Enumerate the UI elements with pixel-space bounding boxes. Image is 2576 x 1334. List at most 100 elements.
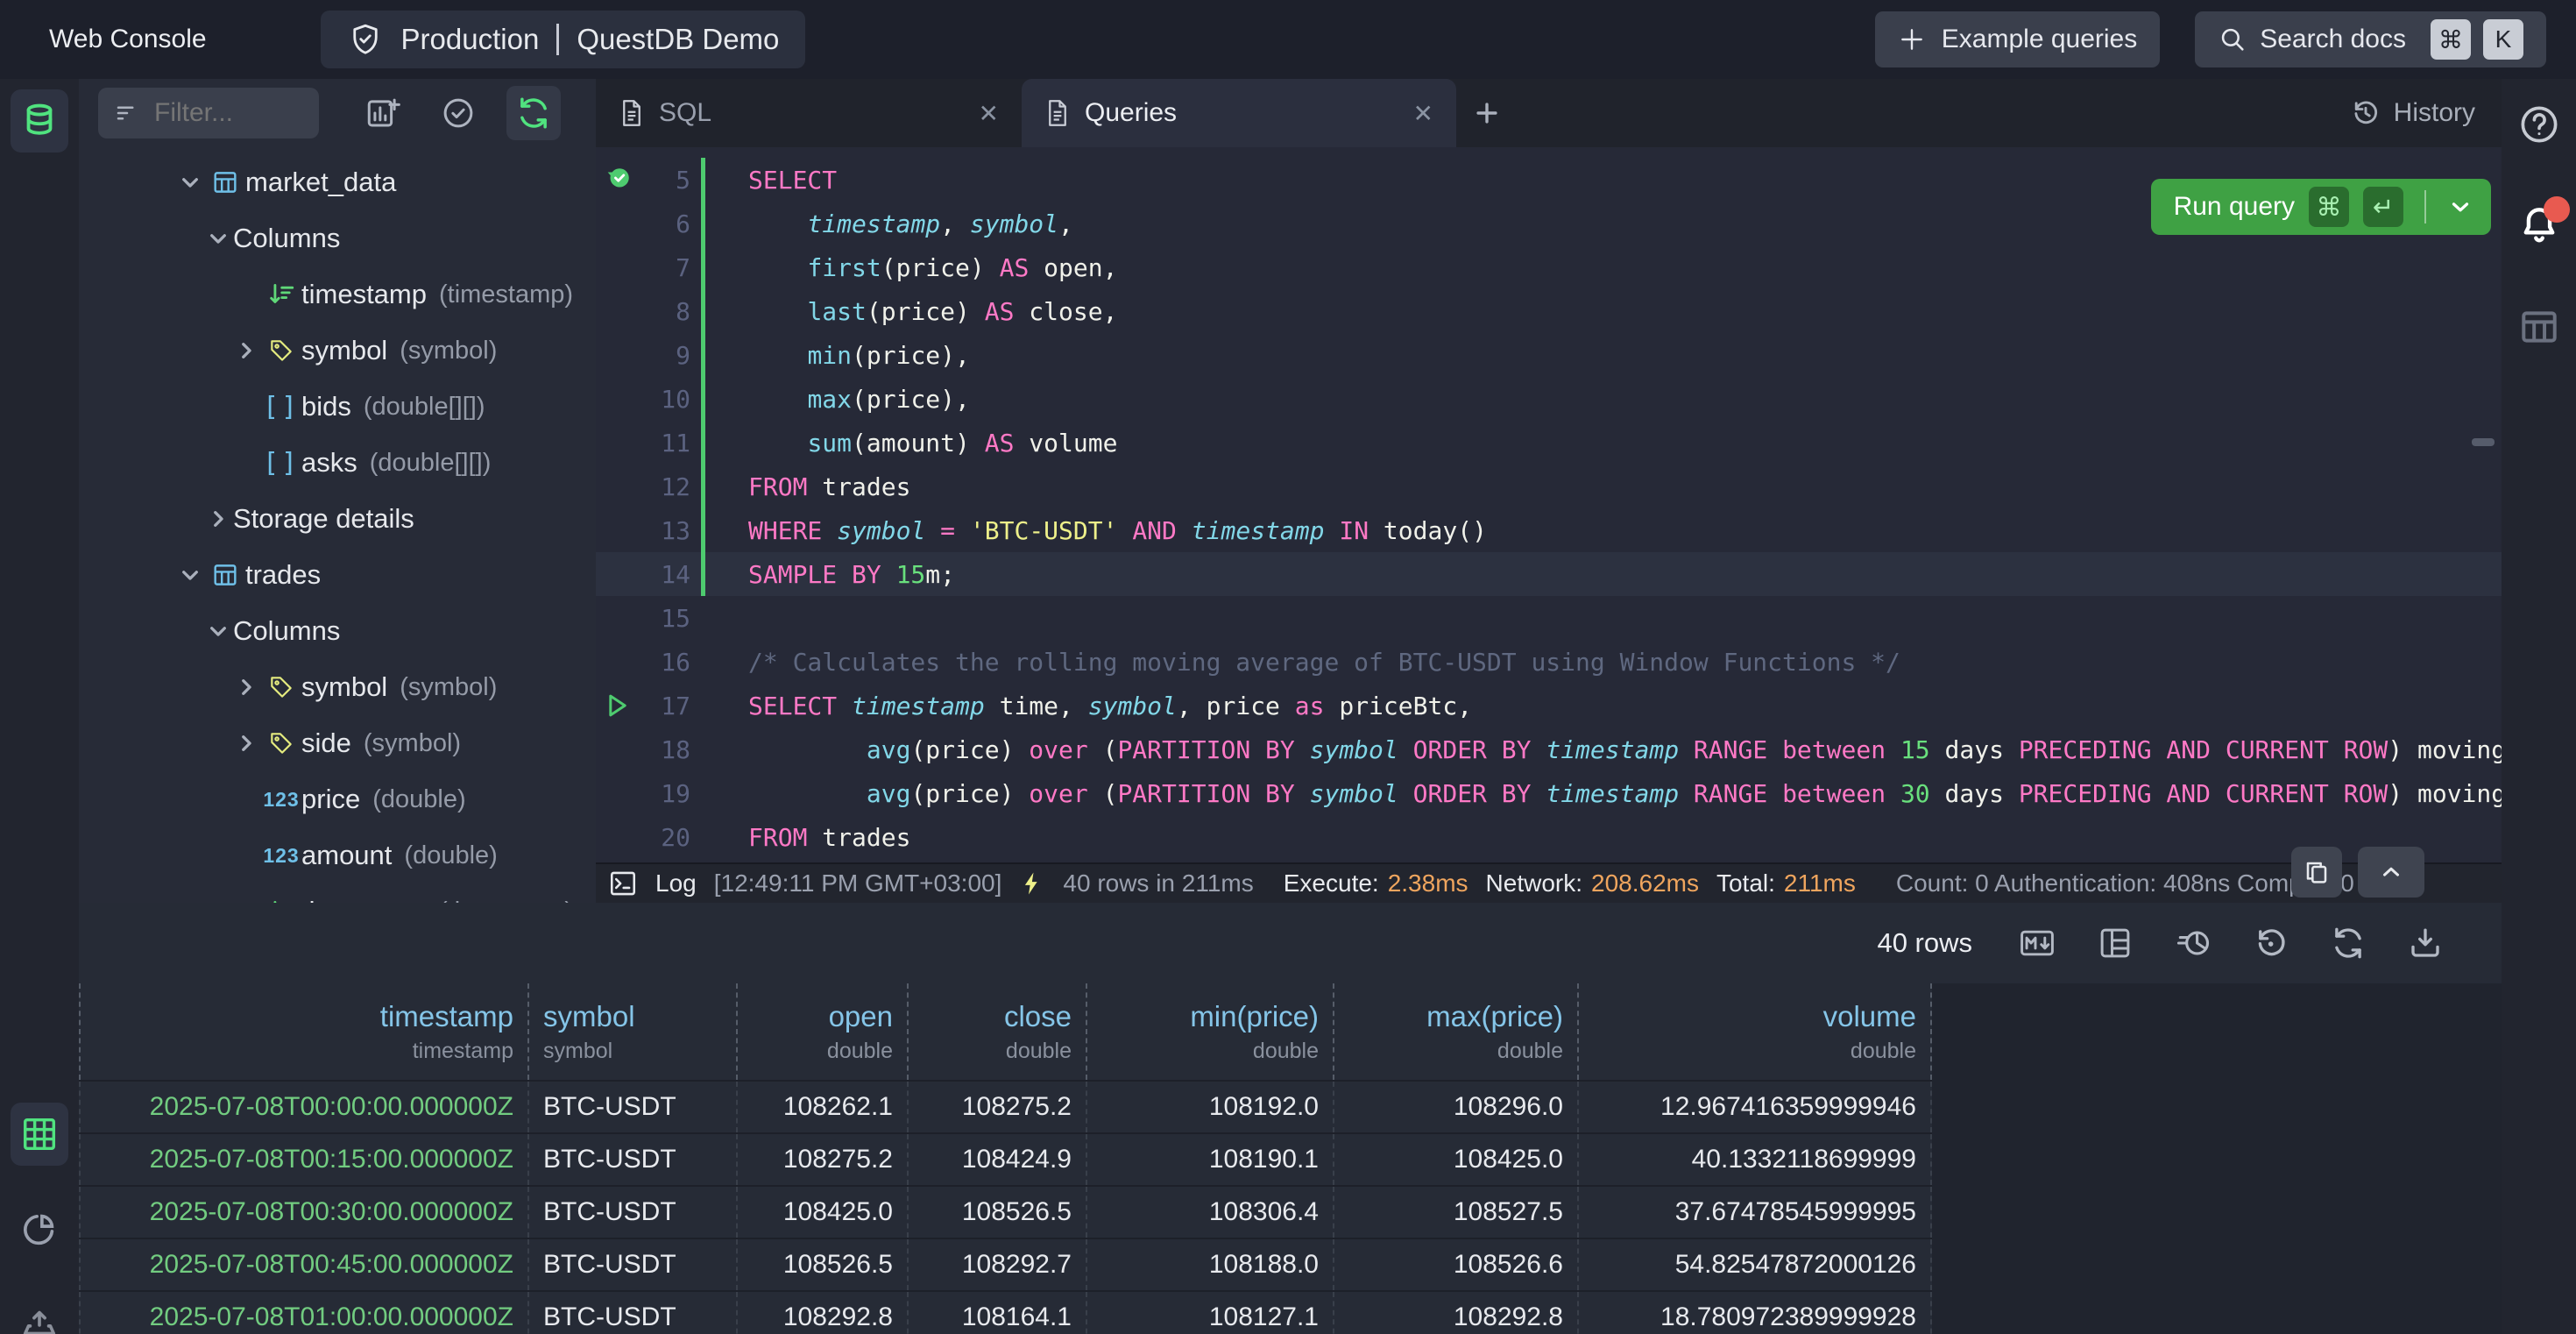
close-tab-icon[interactable]: ✕ bbox=[1413, 99, 1433, 128]
search-icon bbox=[2218, 25, 2247, 54]
history-button[interactable]: History bbox=[2350, 79, 2475, 147]
tree-item-bids[interactable]: []bids(double[][]) bbox=[79, 379, 596, 435]
code-line-20[interactable]: 20FROM trades bbox=[596, 815, 2502, 859]
log-bar: Log [12:49:11 PM GMT+03:00] 40 rows in 2… bbox=[596, 862, 2502, 903]
search-docs-button[interactable]: Search docs ⌘ K bbox=[2195, 11, 2546, 67]
results-panel: 40 rows bbox=[79, 903, 2502, 1334]
grid-view-button[interactable] bbox=[11, 1103, 68, 1166]
code-line-7[interactable]: 7 first(price) AS open, bbox=[596, 245, 2502, 289]
code-line-8[interactable]: 8 last(price) AS close, bbox=[596, 289, 2502, 333]
instance-badge[interactable]: Production QuestDB Demo bbox=[321, 11, 806, 68]
code-line-12[interactable]: 12FROM trades bbox=[596, 465, 2502, 508]
code-line-9[interactable]: 9 min(price), bbox=[596, 333, 2502, 377]
tree-item-columns[interactable]: Columns bbox=[79, 603, 596, 659]
table-row[interactable]: 2025-07-08T00:30:00.000000ZBTC-USDT10842… bbox=[79, 1185, 1932, 1238]
code-line-15[interactable]: 15 bbox=[596, 596, 2502, 640]
table-row[interactable]: 2025-07-08T00:15:00.000000ZBTC-USDT10827… bbox=[79, 1132, 1932, 1185]
example-queries-button[interactable]: Example queries bbox=[1875, 11, 2160, 67]
chevron-right-icon[interactable] bbox=[231, 339, 261, 362]
select-tables-button[interactable] bbox=[431, 86, 485, 140]
restore-data-button[interactable] bbox=[2253, 925, 2289, 961]
cell-close: 108275.2 bbox=[909, 1082, 1087, 1132]
tree-item-price[interactable]: 123price(double) bbox=[79, 771, 596, 827]
auto-refresh-button[interactable] bbox=[506, 86, 561, 140]
code-line-13[interactable]: 13WHERE symbol = 'BTC-USDT' AND timestam… bbox=[596, 508, 2502, 552]
filter-input[interactable] bbox=[154, 98, 286, 128]
query-range-bar bbox=[690, 684, 715, 727]
copy-log-button[interactable] bbox=[2291, 847, 2342, 898]
chevron-down-icon[interactable] bbox=[203, 227, 233, 250]
collapse-log-button[interactable] bbox=[2358, 847, 2424, 898]
table-row[interactable]: 2025-07-08T01:00:00.000000ZBTC-USDT10829… bbox=[79, 1290, 1932, 1334]
tree-item-timestamp[interactable]: timestamp(timestamp) bbox=[79, 883, 596, 903]
refresh-results-button[interactable] bbox=[2330, 925, 2367, 961]
file-icon bbox=[1044, 98, 1071, 128]
add-table-button[interactable] bbox=[356, 86, 410, 140]
column-header-open[interactable]: opendouble bbox=[738, 983, 909, 1080]
tree-item-storage-details[interactable]: Storage details bbox=[79, 491, 596, 547]
column-header-min-price-[interactable]: min(price)double bbox=[1087, 983, 1334, 1080]
tree-item-trades[interactable]: trades bbox=[79, 547, 596, 603]
table-row[interactable]: 2025-07-08T00:45:00.000000ZBTC-USDT10852… bbox=[79, 1238, 1932, 1290]
code-line-16[interactable]: 16/* Calculates the rolling moving avera… bbox=[596, 640, 2502, 684]
column-header-timestamp[interactable]: timestamptimestamp bbox=[79, 983, 529, 1080]
log-timestamp: [12:49:11 PM GMT+03:00] bbox=[714, 869, 1002, 898]
tables-panel-button[interactable] bbox=[11, 89, 68, 153]
code-line-10[interactable]: 10 max(price), bbox=[596, 377, 2502, 421]
tree-item-timestamp[interactable]: timestamp(timestamp) bbox=[79, 266, 596, 323]
cell-timestamp: 2025-07-08T00:45:00.000000Z bbox=[79, 1239, 529, 1290]
chart-builder-button[interactable] bbox=[2174, 924, 2212, 962]
markdown-copy-button[interactable] bbox=[2018, 924, 2056, 962]
tree-item-market-data[interactable]: market_data bbox=[79, 154, 596, 210]
chevron-down-icon[interactable] bbox=[175, 564, 205, 586]
column-header-max-price-[interactable]: max(price)double bbox=[1334, 983, 1579, 1080]
table-row[interactable]: 2025-07-08T00:00:00.000000ZBTC-USDT10826… bbox=[79, 1080, 1932, 1132]
chevron-right-icon[interactable] bbox=[231, 732, 261, 755]
tab-sql[interactable]: SQL ✕ bbox=[596, 79, 1022, 147]
query-range-bar bbox=[690, 727, 715, 771]
chevron-right-icon[interactable] bbox=[203, 507, 233, 530]
schema-sidebar: market_dataColumnstimestamp(timestamp)sy… bbox=[79, 79, 596, 903]
line-number: 6 bbox=[640, 209, 690, 238]
run-query-button[interactable]: Run query ⌘ ↵ bbox=[2151, 179, 2491, 235]
query-range-bar bbox=[690, 289, 715, 333]
code-line-18[interactable]: 18 avg(price) over (PARTITION BY symbol … bbox=[596, 727, 2502, 771]
run-options-chevron-icon[interactable] bbox=[2447, 194, 2473, 220]
code-line-11[interactable]: 11 sum(amount) AS volume bbox=[596, 421, 2502, 465]
code-line-17[interactable]: 17SELECT timestamp time, symbol, price a… bbox=[596, 684, 2502, 727]
tree-item-side[interactable]: side(symbol) bbox=[79, 715, 596, 771]
download-results-button[interactable] bbox=[2407, 925, 2444, 961]
filter-input-box[interactable] bbox=[98, 88, 319, 138]
editor-scrollbar[interactable] bbox=[2472, 438, 2495, 446]
chevron-down-icon[interactable] bbox=[175, 171, 205, 194]
column-header-volume[interactable]: volumedouble bbox=[1579, 983, 1932, 1080]
column-layout-button[interactable] bbox=[2097, 925, 2134, 961]
tree-item-symbol[interactable]: symbol(symbol) bbox=[79, 659, 596, 715]
new-tab-button[interactable] bbox=[1456, 79, 1518, 147]
import-button[interactable] bbox=[11, 1292, 68, 1334]
tree-item-columns[interactable]: Columns bbox=[79, 210, 596, 266]
code-editor[interactable]: 5SELECT6 timestamp, symbol,7 first(price… bbox=[596, 147, 2502, 862]
tree-item-amount[interactable]: 123amount(double) bbox=[79, 827, 596, 883]
tree-item-symbol[interactable]: symbol(symbol) bbox=[79, 323, 596, 379]
cell-close: 108526.5 bbox=[909, 1187, 1087, 1238]
tab-queries[interactable]: Queries ✕ bbox=[1022, 79, 1456, 147]
cell-max-price-: 108292.8 bbox=[1334, 1292, 1579, 1334]
chart-view-button[interactable] bbox=[11, 1197, 68, 1260]
notifications-button[interactable] bbox=[2517, 203, 2561, 247]
chevron-down-icon[interactable] bbox=[203, 620, 233, 642]
column-header-close[interactable]: closedouble bbox=[909, 983, 1087, 1080]
help-button[interactable] bbox=[2516, 102, 2562, 147]
questdb-web-console: Web Console Production QuestDB Demo Exam… bbox=[0, 0, 2576, 1334]
code-line-14[interactable]: 14SAMPLE BY 15m; bbox=[596, 552, 2502, 596]
close-tab-icon[interactable]: ✕ bbox=[979, 99, 999, 128]
code-line-19[interactable]: 19 avg(price) over (PARTITION BY symbol … bbox=[596, 771, 2502, 815]
query-range-bar bbox=[690, 245, 715, 289]
run-success-icon[interactable] bbox=[596, 165, 640, 195]
tree-item-label: price bbox=[301, 784, 360, 815]
column-header-symbol[interactable]: symbolsymbol bbox=[529, 983, 738, 1080]
layout-panel-button[interactable] bbox=[2517, 305, 2561, 349]
run-line-icon[interactable] bbox=[596, 692, 640, 719]
tree-item-asks[interactable]: []asks(double[][]) bbox=[79, 435, 596, 491]
chevron-right-icon[interactable] bbox=[231, 676, 261, 699]
